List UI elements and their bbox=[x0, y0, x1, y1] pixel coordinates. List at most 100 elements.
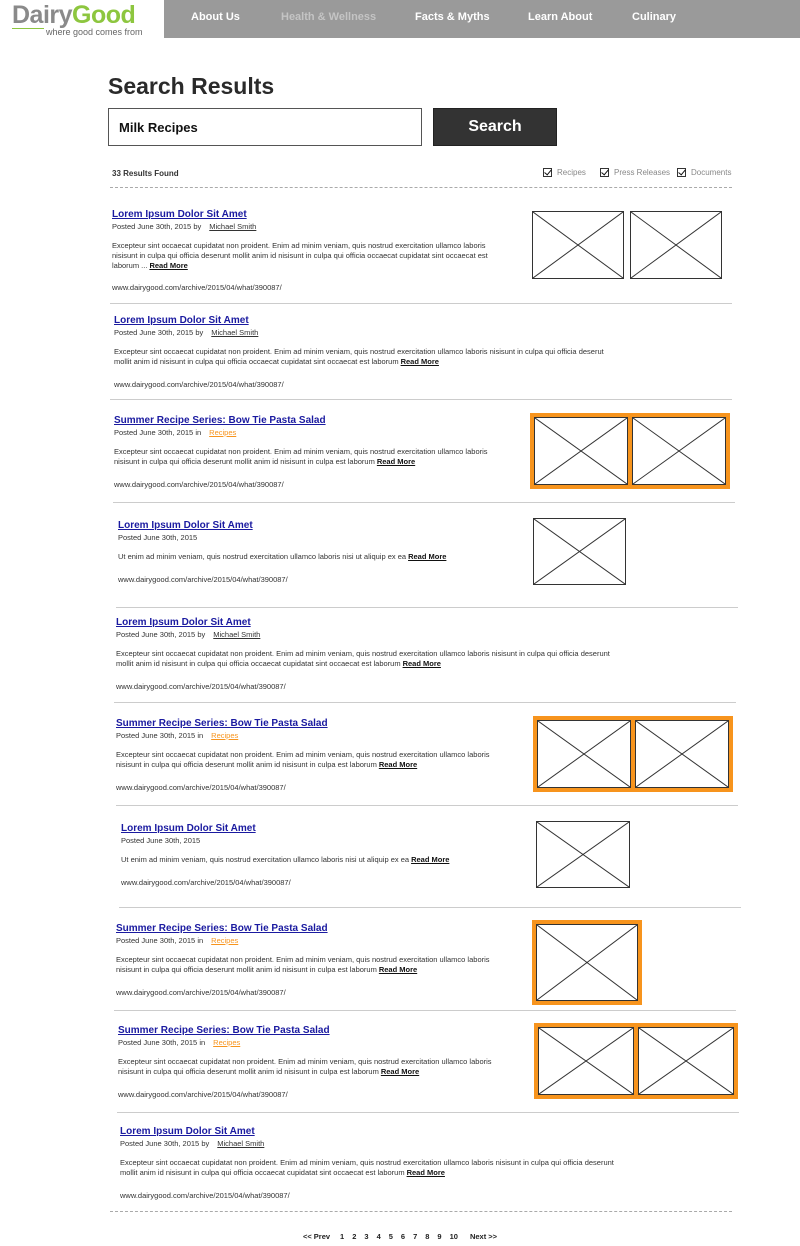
main-nav: About Us Health & Wellness Facts & Myths… bbox=[164, 0, 800, 38]
search-input[interactable] bbox=[108, 108, 422, 146]
results-count: 33 Results Found bbox=[112, 169, 179, 178]
result-meta: Posted June 30th, 2015 in Recipes bbox=[116, 730, 516, 741]
pagination-page-6[interactable]: 6 bbox=[401, 1232, 405, 1241]
result-thumbnail[interactable] bbox=[630, 211, 722, 279]
result-category-link[interactable]: Recipes bbox=[209, 428, 236, 437]
snippet-line: nisisunt in culpa qui officia deserunt m… bbox=[112, 251, 488, 260]
snippet-line: laborum ... bbox=[112, 261, 148, 270]
pagination-page-9[interactable]: 9 bbox=[437, 1232, 441, 1241]
nav-health-wellness[interactable]: Health & Wellness bbox=[281, 11, 376, 23]
image-placeholder-icon bbox=[535, 418, 627, 484]
search-result: Summer Recipe Series: Bow Tie Pasta Sala… bbox=[116, 923, 516, 997]
read-more-link[interactable]: Read More bbox=[401, 357, 439, 366]
pagination-page-3[interactable]: 3 bbox=[364, 1232, 368, 1241]
result-title-link[interactable]: Lorem Ipsum Dolor Sit Amet bbox=[121, 823, 521, 835]
result-divider bbox=[119, 907, 741, 908]
filter-press-releases[interactable]: Press Releases bbox=[600, 168, 670, 178]
nav-culinary[interactable]: Culinary bbox=[632, 11, 676, 23]
site-header: DairyGood where good comes from About Us… bbox=[0, 0, 800, 38]
snippet-line: Excepteur sint occaecat cupidatat non pr… bbox=[112, 241, 486, 250]
filter-recipes[interactable]: Recipes bbox=[543, 168, 586, 178]
result-thumbnail[interactable] bbox=[536, 924, 638, 1001]
pagination-page-8[interactable]: 8 bbox=[425, 1232, 429, 1241]
result-divider bbox=[116, 805, 738, 806]
image-placeholder-icon bbox=[538, 721, 630, 787]
result-url: www.dairygood.com/archive/2015/04/what/3… bbox=[116, 783, 286, 792]
result-thumbnail[interactable] bbox=[532, 211, 624, 279]
search-result: Lorem Ipsum Dolor Sit Amet Posted June 30… bbox=[121, 823, 521, 887]
search-result: Summer Recipe Series: Bow Tie Pasta Sala… bbox=[116, 718, 516, 792]
pagination-page-4[interactable]: 4 bbox=[377, 1232, 381, 1241]
pagination-next[interactable]: Next >> bbox=[470, 1232, 497, 1241]
result-thumbnail[interactable] bbox=[534, 417, 628, 485]
result-divider bbox=[117, 1112, 739, 1113]
result-meta: Posted June 30th, 2015 in Recipes bbox=[118, 1037, 518, 1048]
result-url: www.dairygood.com/archive/2015/04/what/3… bbox=[120, 1191, 290, 1200]
result-title-link[interactable]: Summer Recipe Series: Bow Tie Pasta Sala… bbox=[114, 415, 514, 427]
result-category-link[interactable]: Recipes bbox=[211, 936, 238, 945]
result-thumbnail[interactable] bbox=[538, 1027, 634, 1095]
result-title-link[interactable]: Lorem Ipsum Dolor Sit Amet bbox=[120, 1126, 640, 1138]
page-title: Search Results bbox=[108, 73, 275, 99]
search-result: Lorem Ipsum Dolor Sit Amet Posted June 30… bbox=[118, 520, 518, 584]
filter-documents[interactable]: Documents bbox=[677, 168, 731, 178]
result-url: www.dairygood.com/archive/2015/04/what/3… bbox=[118, 575, 288, 584]
result-thumbnail[interactable] bbox=[533, 518, 626, 585]
search-result: Summer Recipe Series: Bow Tie Pasta Sala… bbox=[118, 1025, 518, 1099]
result-category-link[interactable]: Recipes bbox=[211, 731, 238, 740]
snippet-line: Excepteur sint occaecat cupidatat non pr… bbox=[116, 955, 490, 964]
snippet-line: nisisunt in culpa qui officia deserunt m… bbox=[116, 965, 377, 974]
read-more-link[interactable]: Read More bbox=[381, 1067, 419, 1076]
read-more-link[interactable]: Read More bbox=[379, 760, 417, 769]
result-author-link[interactable]: Michael Smith bbox=[211, 328, 258, 337]
read-more-link[interactable]: Read More bbox=[411, 855, 449, 864]
result-title-link[interactable]: Lorem Ipsum Dolor Sit Amet bbox=[112, 209, 512, 221]
dairygood-logo[interactable]: DairyGood where good comes from bbox=[12, 0, 164, 38]
result-author-link[interactable]: Michael Smith bbox=[213, 630, 260, 639]
read-more-link[interactable]: Read More bbox=[408, 552, 446, 561]
nav-about-us[interactable]: About Us bbox=[191, 11, 240, 23]
pagination-page-5[interactable]: 5 bbox=[389, 1232, 393, 1241]
logo-wordmark: DairyGood bbox=[12, 1, 136, 29]
result-author-link[interactable]: Michael Smith bbox=[209, 222, 256, 231]
result-posted-date: Posted June 30th, 2015 by bbox=[114, 328, 204, 337]
result-category-link[interactable]: Recipes bbox=[213, 1038, 240, 1047]
result-title-link[interactable]: Summer Recipe Series: Bow Tie Pasta Sala… bbox=[116, 718, 516, 730]
result-snippet: Excepteur sint occaecat cupidatat non pr… bbox=[112, 241, 512, 271]
result-title-link[interactable]: Lorem Ipsum Dolor Sit Amet bbox=[118, 520, 518, 532]
read-more-link[interactable]: Read More bbox=[407, 1168, 445, 1177]
read-more-link[interactable]: Read More bbox=[149, 261, 187, 270]
nav-learn-about[interactable]: Learn About bbox=[528, 11, 592, 23]
result-url: www.dairygood.com/archive/2015/04/what/3… bbox=[114, 380, 284, 389]
search-button[interactable]: Search bbox=[433, 108, 557, 146]
result-title-link[interactable]: Lorem Ipsum Dolor Sit Amet bbox=[114, 315, 634, 327]
result-author-link[interactable]: Michael Smith bbox=[217, 1139, 264, 1148]
filter-recipes-checkbox[interactable] bbox=[543, 168, 552, 178]
result-snippet: Excepteur sint occaecat cupidatat non pr… bbox=[114, 347, 634, 367]
filter-documents-checkbox[interactable] bbox=[677, 168, 686, 178]
read-more-link[interactable]: Read More bbox=[403, 659, 441, 668]
read-more-link[interactable]: Read More bbox=[379, 965, 417, 974]
pagination-page-1[interactable]: 1 bbox=[340, 1232, 344, 1241]
search-result: Lorem Ipsum Dolor Sit Amet Posted June 30… bbox=[112, 209, 512, 292]
snippet-line: Excepteur sint occaecat cupidatat non pr… bbox=[116, 750, 490, 759]
result-title-link[interactable]: Summer Recipe Series: Bow Tie Pasta Sala… bbox=[118, 1025, 518, 1037]
read-more-link[interactable]: Read More bbox=[377, 457, 415, 466]
result-title-link[interactable]: Lorem Ipsum Dolor Sit Amet bbox=[116, 617, 636, 629]
result-posted-date: Posted June 30th, 2015 in bbox=[118, 1038, 206, 1047]
snippet-line: Excepteur sint occaecat cupidatat non pr… bbox=[114, 447, 488, 456]
pagination-page-2[interactable]: 2 bbox=[352, 1232, 356, 1241]
result-meta: Posted June 30th, 2015 by Michael Smith bbox=[114, 327, 634, 338]
result-title-link[interactable]: Summer Recipe Series: Bow Tie Pasta Sala… bbox=[116, 923, 516, 935]
pagination-page-10[interactable]: 10 bbox=[450, 1232, 458, 1241]
result-thumbnail[interactable] bbox=[638, 1027, 734, 1095]
result-thumbnail[interactable] bbox=[537, 720, 631, 788]
nav-facts-myths[interactable]: Facts & Myths bbox=[415, 11, 490, 23]
pagination-prev[interactable]: << Prev bbox=[303, 1232, 330, 1241]
result-thumbnail[interactable] bbox=[536, 821, 630, 888]
pagination-page-7[interactable]: 7 bbox=[413, 1232, 417, 1241]
filter-press-releases-checkbox[interactable] bbox=[600, 168, 609, 178]
result-image-group bbox=[532, 920, 642, 1005]
result-thumbnail[interactable] bbox=[635, 720, 729, 788]
result-thumbnail[interactable] bbox=[632, 417, 726, 485]
